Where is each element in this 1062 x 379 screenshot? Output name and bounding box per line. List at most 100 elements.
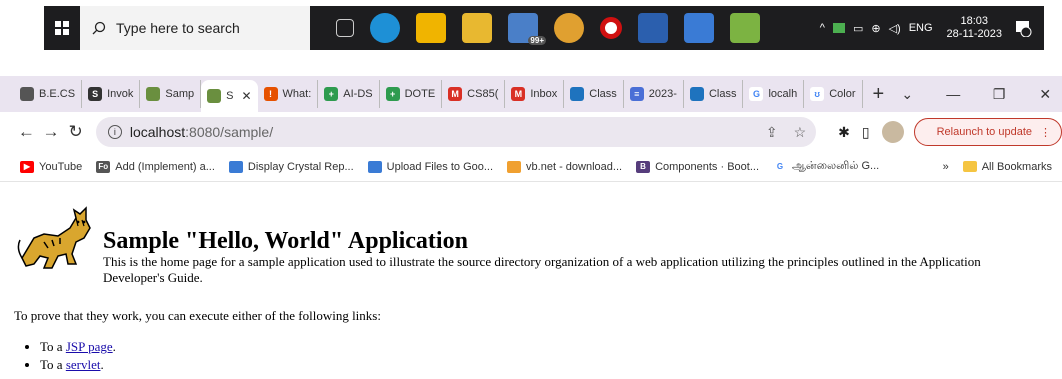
url-host: localhost bbox=[129, 124, 186, 140]
profile-avatar[interactable] bbox=[881, 121, 904, 143]
browser-tab[interactable]: Class bbox=[564, 80, 624, 108]
store-icon[interactable] bbox=[416, 13, 446, 43]
search-icon bbox=[92, 21, 106, 35]
tab-label: S bbox=[226, 90, 234, 102]
gmail-icon: M bbox=[511, 87, 526, 101]
bookmark-item[interactable]: vb.net - download... bbox=[507, 160, 623, 173]
google-icon: G bbox=[749, 87, 764, 101]
bookmark-item[interactable]: ▶ YouTube bbox=[20, 160, 82, 173]
new-tab-button[interactable]: + bbox=[873, 83, 885, 106]
all-bookmarks-button[interactable]: All Bookmarks bbox=[982, 161, 1052, 173]
url-input[interactable]: i localhost:8080/sample/ ⇪ ☆ bbox=[95, 117, 817, 147]
close-window-button[interactable]: ✕ bbox=[1022, 86, 1062, 103]
messaging-icon[interactable]: 99+ bbox=[508, 13, 546, 45]
bookmarks-overflow-button[interactable]: » bbox=[943, 161, 949, 173]
bootstrap-icon: B bbox=[636, 160, 651, 173]
close-tab-icon[interactable]: ✕ bbox=[241, 89, 251, 103]
tab-label: Samp bbox=[165, 88, 195, 100]
jsp-page-link[interactable]: JSP page bbox=[66, 339, 113, 354]
notification-center[interactable] bbox=[1012, 17, 1034, 39]
browser-tab[interactable]: M CS85( bbox=[442, 80, 506, 108]
bookmark-item[interactable]: G ஆன்லைனில் G... bbox=[773, 160, 879, 174]
tray-app-icon[interactable] bbox=[832, 23, 845, 33]
clock-date: 28-11-2023 bbox=[946, 28, 1002, 40]
extensions-icon[interactable]: ✱ bbox=[838, 124, 850, 141]
search-placeholder: Type here to search bbox=[116, 20, 240, 36]
image-icon bbox=[207, 89, 222, 103]
forward-button[interactable]: → bbox=[39, 122, 64, 142]
bookmarks-bar: ▶ YouTube Fo Add (Implement) a... Display Cr… bbox=[0, 152, 1062, 182]
browser-tab[interactable]: M Inbox bbox=[505, 80, 565, 108]
record-icon[interactable] bbox=[600, 17, 622, 39]
plus-icon: + bbox=[324, 87, 339, 101]
browser-tab[interactable]: ʊ Color bbox=[804, 80, 863, 108]
browser-tab[interactable]: Class bbox=[684, 80, 744, 108]
tab-label: CS85( bbox=[467, 88, 499, 100]
link-prefix: To a bbox=[40, 357, 66, 372]
notes-icon[interactable] bbox=[730, 13, 760, 43]
bookmark-item[interactable]: Upload Files to Goo... bbox=[367, 160, 494, 173]
document-icon: S bbox=[88, 87, 103, 101]
relaunch-to-update-button[interactable]: Relaunch to update ⋮ bbox=[913, 118, 1062, 146]
bookmark-item[interactable]: Fo Add (Implement) a... bbox=[96, 160, 215, 173]
more-menu-icon[interactable]: ⋮ bbox=[1040, 126, 1051, 139]
bookmark-label: Upload Files to Goo... bbox=[386, 160, 494, 173]
start-button[interactable] bbox=[44, 6, 80, 50]
share-icon[interactable]: ⇪ bbox=[766, 124, 778, 141]
globe-icon bbox=[367, 160, 382, 173]
file-explorer-icon[interactable] bbox=[462, 13, 492, 43]
bookmark-item[interactable]: B Components · Boot... bbox=[636, 160, 759, 173]
minimize-button[interactable]: — bbox=[930, 86, 976, 102]
back-button[interactable]: ← bbox=[14, 122, 39, 142]
notification-icon bbox=[1016, 21, 1032, 37]
edge-icon[interactable] bbox=[370, 13, 400, 43]
bookmark-label: vb.net - download... bbox=[526, 160, 623, 173]
page-title: Sample "Hello, World" Application bbox=[103, 228, 468, 254]
relaunch-label: Relaunch to update bbox=[936, 126, 1033, 138]
browser-tab[interactable]: S ✕ bbox=[201, 80, 258, 112]
list-item: To a servlet. bbox=[40, 356, 116, 374]
language-indicator[interactable]: ENG bbox=[909, 22, 933, 34]
link-suffix: . bbox=[112, 339, 116, 354]
volume-icon[interactable]: ◁) bbox=[889, 22, 901, 35]
window-controls: ⌄ — ❐ ✕ bbox=[884, 86, 1062, 103]
browser-tab[interactable]: Glocalh bbox=[743, 80, 805, 108]
tab-label: Class bbox=[589, 88, 617, 100]
system-clock[interactable]: 18:03 28-11-2023 bbox=[947, 15, 1002, 41]
browser-tab[interactable]: + DOTE bbox=[380, 80, 443, 108]
task-view-icon[interactable] bbox=[336, 19, 354, 37]
list-item: To a JSP page. bbox=[40, 338, 116, 356]
reload-button[interactable]: ↻ bbox=[63, 122, 88, 142]
chrome-icon[interactable] bbox=[554, 13, 584, 43]
image-icon bbox=[146, 87, 161, 101]
bookmarks-right: » All Bookmarks bbox=[943, 161, 1062, 173]
bookmark-star-icon[interactable]: ☆ bbox=[794, 124, 807, 141]
taskbar-search[interactable]: Type here to search bbox=[80, 6, 310, 50]
bookmark-item[interactable]: Display Crystal Rep... bbox=[228, 160, 354, 173]
link-suffix: . bbox=[100, 357, 104, 372]
browser-tab[interactable]: S Invok bbox=[82, 80, 141, 108]
site-info-icon[interactable]: i bbox=[107, 125, 122, 139]
bookmark-label: Display Crystal Rep... bbox=[247, 160, 354, 173]
classroom-icon bbox=[570, 87, 585, 101]
browser-tab[interactable]: ! What: bbox=[258, 80, 319, 108]
tab-search-icon[interactable]: ⌄ bbox=[884, 86, 930, 103]
forms-icon: ≡ bbox=[629, 87, 644, 101]
browser-tab[interactable]: B.E.CS bbox=[14, 80, 83, 108]
notepad-icon[interactable] bbox=[684, 13, 714, 43]
battery-icon[interactable]: ▭ bbox=[853, 22, 863, 35]
restore-button[interactable]: ❐ bbox=[976, 86, 1022, 103]
servlet-link[interactable]: servlet bbox=[66, 357, 101, 372]
link-prefix: To a bbox=[40, 339, 66, 354]
chevron-up-icon[interactable]: ^ bbox=[820, 22, 825, 34]
google-icon: G bbox=[773, 160, 788, 173]
globe-icon bbox=[228, 160, 243, 173]
tab-label: Invok bbox=[107, 88, 134, 100]
tab-label: What: bbox=[282, 88, 312, 100]
network-icon[interactable]: ⊕ bbox=[871, 22, 880, 35]
browser-tab[interactable]: ≡ 2023- bbox=[624, 80, 684, 108]
browser-tab[interactable]: + AI-DS bbox=[318, 80, 380, 108]
word-icon[interactable] bbox=[638, 13, 668, 43]
side-panel-icon[interactable]: ▯ bbox=[862, 124, 870, 141]
browser-tab[interactable]: Samp bbox=[140, 80, 202, 108]
